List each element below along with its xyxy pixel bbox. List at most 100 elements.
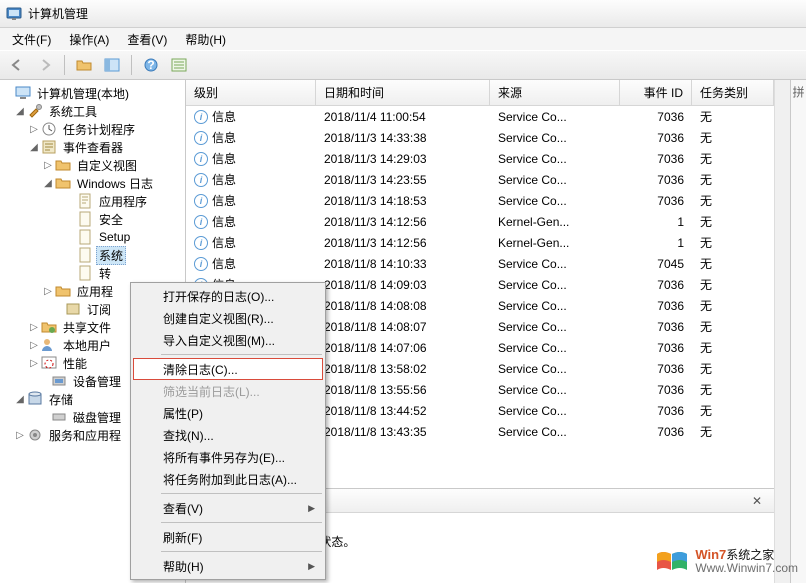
menu-properties[interactable]: 属性(P) <box>133 402 323 424</box>
chevron-right-icon: ▶ <box>308 561 315 572</box>
menu-clear-log[interactable]: 清除日志(C)... <box>133 358 323 380</box>
chevron-right-icon: ▶ <box>308 503 315 514</box>
toolbar-separator <box>131 55 132 75</box>
folder-icon <box>55 283 71 299</box>
menu-file[interactable]: 文件(F) <box>4 29 59 50</box>
toolbar-separator <box>64 55 65 75</box>
log-icon <box>77 247 93 263</box>
back-button[interactable] <box>6 54 28 76</box>
event-row[interactable]: i信息 2018/11/3 14:12:56 Kernel-Gen... 1 无 <box>186 211 774 232</box>
log-icon <box>77 265 93 281</box>
computer-icon <box>15 85 31 101</box>
menu-view[interactable]: 查看(V) <box>119 29 175 50</box>
users-icon <box>41 337 57 353</box>
help-button[interactable]: ? <box>140 54 162 76</box>
panel-icon <box>104 58 120 72</box>
services-icon <box>27 427 43 443</box>
event-row[interactable]: i信息 2018/11/3 14:23:55 Service Co... 703… <box>186 169 774 190</box>
tree-event-viewer[interactable]: ◢事件查看器 <box>0 138 185 156</box>
tree-root[interactable]: 计算机管理(本地) <box>0 84 185 102</box>
info-icon: i <box>194 173 208 187</box>
menu-separator <box>161 354 322 355</box>
shared-folder-icon <box>41 319 57 335</box>
tree-system-log[interactable]: 系统 <box>0 246 185 264</box>
event-row[interactable]: i信息 2018/11/3 14:29:03 Service Co... 703… <box>186 148 774 169</box>
forward-button[interactable] <box>34 54 56 76</box>
menu-save-events-as[interactable]: 将所有事件另存为(E)... <box>133 446 323 468</box>
title-bar: 计算机管理 <box>0 0 806 28</box>
actions-pane: 拼 <box>790 80 806 583</box>
performance-icon <box>41 355 57 371</box>
show-hide-button[interactable] <box>101 54 123 76</box>
tree-task-scheduler[interactable]: ▷任务计划程序 <box>0 120 185 138</box>
details-icon <box>171 58 187 72</box>
column-datetime[interactable]: 日期和时间 <box>316 80 490 105</box>
column-source[interactable]: 来源 <box>490 80 620 105</box>
arrow-right-icon <box>38 58 52 72</box>
tree-setup-log[interactable]: Setup <box>0 228 185 246</box>
event-row[interactable]: i信息 2018/11/3 14:18:53 Service Co... 703… <box>186 190 774 211</box>
event-row[interactable]: i信息 2018/11/8 14:10:33 Service Co... 704… <box>186 253 774 274</box>
menu-import-custom-view[interactable]: 导入自定义视图(M)... <box>133 329 323 351</box>
refresh-button[interactable] <box>168 54 190 76</box>
menu-bar: 文件(F) 操作(A) 查看(V) 帮助(H) <box>0 28 806 50</box>
arrow-left-icon <box>10 58 24 72</box>
clock-icon <box>41 121 57 137</box>
menu-separator <box>161 522 322 523</box>
windows-logo-icon <box>655 550 689 574</box>
menu-create-custom-view[interactable]: 创建自定义视图(R)... <box>133 307 323 329</box>
info-icon: i <box>194 257 208 271</box>
menu-find[interactable]: 查找(N)... <box>133 424 323 446</box>
close-icon[interactable]: ✕ <box>752 494 766 508</box>
menu-filter-log: 筛选当前日志(L)... <box>133 380 323 402</box>
subscription-icon <box>65 301 81 317</box>
menu-help[interactable]: 帮助(H) <box>177 29 234 50</box>
open-button[interactable] <box>73 54 95 76</box>
tree-system-tools[interactable]: ◢系统工具 <box>0 102 185 120</box>
event-row[interactable]: i信息 2018/11/4 11:00:54 Service Co... 703… <box>186 106 774 127</box>
menu-separator <box>161 551 322 552</box>
help-icon: ? <box>144 58 158 72</box>
folder-icon <box>55 175 71 191</box>
log-icon <box>77 193 93 209</box>
folder-open-icon <box>76 58 92 72</box>
main-area: 计算机管理(本地) ◢系统工具 ▷任务计划程序 ◢事件查看器 ▷自定义视图 ◢W… <box>0 80 806 583</box>
event-row[interactable]: i信息 2018/11/3 14:33:38 Service Co... 703… <box>186 127 774 148</box>
log-icon <box>77 229 93 245</box>
device-icon <box>51 373 67 389</box>
info-icon: i <box>194 236 208 250</box>
menu-help[interactable]: 帮助(H)▶ <box>133 555 323 577</box>
grid-header: 级别 日期和时间 来源 事件 ID 任务类别 <box>186 80 774 106</box>
tree-windows-logs[interactable]: ◢Windows 日志 <box>0 174 185 192</box>
tree-security-log[interactable]: 安全 <box>0 210 185 228</box>
tree-forwarded-log[interactable]: 转 <box>0 264 185 282</box>
actions-label: 拼 <box>790 86 806 583</box>
menu-separator <box>161 493 322 494</box>
info-icon: i <box>194 110 208 124</box>
menu-refresh[interactable]: 刷新(F) <box>133 526 323 548</box>
menu-view[interactable]: 查看(V)▶ <box>133 497 323 519</box>
storage-icon <box>27 391 43 407</box>
column-event-id[interactable]: 事件 ID <box>620 80 692 105</box>
disk-icon <box>51 409 67 425</box>
column-level[interactable]: 级别 <box>186 80 316 105</box>
info-icon: i <box>194 152 208 166</box>
tree-application-log[interactable]: 应用程序 <box>0 192 185 210</box>
watermark: Win7系统之家 Www.Winwin7.com <box>655 548 798 575</box>
menu-action[interactable]: 操作(A) <box>61 29 117 50</box>
tree-custom-views[interactable]: ▷自定义视图 <box>0 156 185 174</box>
window-title: 计算机管理 <box>28 5 88 22</box>
event-row[interactable]: i信息 2018/11/3 14:12:56 Kernel-Gen... 1 无 <box>186 232 774 253</box>
menu-open-saved-log[interactable]: 打开保存的日志(O)... <box>133 285 323 307</box>
menu-attach-task[interactable]: 将任务附加到此日志(A)... <box>133 468 323 490</box>
log-icon <box>77 211 93 227</box>
app-icon <box>6 6 22 22</box>
vertical-scrollbar[interactable] <box>774 80 790 583</box>
info-icon: i <box>194 215 208 229</box>
info-icon: i <box>194 194 208 208</box>
svg-text:?: ? <box>147 58 154 72</box>
tools-icon <box>27 103 43 119</box>
info-icon: i <box>194 131 208 145</box>
toolbar: ? <box>0 50 806 80</box>
column-task[interactable]: 任务类别 <box>692 80 774 105</box>
